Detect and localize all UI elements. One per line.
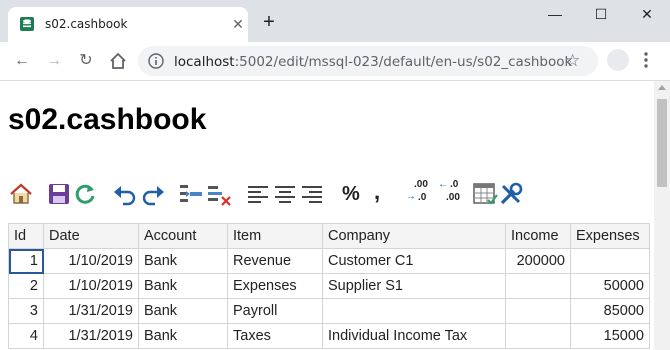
table-row: 3 1/31/2019 Bank Payroll 85000: [8, 298, 650, 324]
cell-item[interactable]: Taxes: [227, 323, 323, 349]
cell-item[interactable]: Revenue: [227, 248, 323, 274]
address-bar[interactable]: localhost:5002/edit/mssql-023/default/en…: [138, 46, 598, 76]
decrease-decimal-bottom: .0: [418, 192, 427, 203]
align-center-icon[interactable]: [272, 181, 298, 207]
menu-kebab-icon[interactable]: [641, 50, 651, 70]
browser-tab[interactable]: s02.cashbook ✕: [8, 7, 248, 42]
save-icon[interactable]: [46, 181, 72, 207]
info-icon[interactable]: [148, 53, 164, 69]
cell-id[interactable]: 2: [8, 273, 44, 299]
cell-date[interactable]: 1/10/2019: [43, 273, 139, 299]
delete-row-icon[interactable]: [206, 181, 232, 207]
page-title: s02.cashbook: [8, 103, 207, 136]
home-browser-icon[interactable]: [108, 51, 128, 71]
maximize-icon[interactable]: ☐: [586, 6, 616, 26]
url-text[interactable]: localhost:5002/edit/mssql-023/default/en…: [174, 54, 572, 70]
bookmark-star-icon[interactable]: ☆: [565, 51, 580, 71]
align-left-icon[interactable]: [246, 181, 272, 207]
cell-date[interactable]: 1/10/2019: [43, 248, 139, 274]
cell-id[interactable]: 3: [8, 298, 44, 324]
refresh-icon[interactable]: [72, 181, 98, 207]
cell-account[interactable]: Bank: [138, 323, 228, 349]
cell-company[interactable]: Customer C1: [322, 248, 506, 274]
cell-expenses[interactable]: 85000: [570, 298, 650, 324]
database-icon: [20, 17, 34, 31]
cell-income[interactable]: [505, 273, 571, 299]
scroll-thumb[interactable]: [657, 99, 667, 187]
table-header-row: Id Date Account Item Company Income Expe…: [8, 223, 650, 249]
column-header-expenses[interactable]: Expenses: [570, 223, 650, 249]
align-right-icon[interactable]: [298, 181, 324, 207]
increase-decimal-top: .0: [450, 179, 459, 190]
undo-icon[interactable]: [112, 181, 138, 207]
column-header-id[interactable]: Id: [8, 223, 44, 249]
tools-icon[interactable]: [498, 181, 524, 207]
cell-company[interactable]: Individual Income Tax: [322, 323, 506, 349]
increase-decimal-bottom: .00: [446, 192, 460, 203]
cell-income[interactable]: [505, 323, 571, 349]
column-header-company[interactable]: Company: [322, 223, 506, 249]
cell-company[interactable]: [322, 298, 506, 324]
cell-id[interactable]: 4: [8, 323, 44, 349]
decrease-decimal-top: .00: [414, 179, 428, 190]
cell-id[interactable]: 1: [8, 248, 44, 274]
url-path: :5002/edit/mssql-023/default/en-us/s02_c…: [234, 54, 573, 70]
forward-icon[interactable]: →: [44, 51, 64, 71]
arrow-left-icon: ←: [438, 179, 448, 190]
table-format-icon[interactable]: [472, 181, 498, 207]
cell-expenses[interactable]: [570, 248, 650, 274]
insert-row-icon[interactable]: [178, 181, 204, 207]
cell-expenses[interactable]: 50000: [570, 273, 650, 299]
cell-income[interactable]: 200000: [505, 248, 571, 274]
cell-company[interactable]: Supplier S1: [322, 273, 506, 299]
tab-strip: s02.cashbook ✕ + — ☐ ✕: [0, 0, 670, 42]
comma-icon[interactable]: ,: [374, 181, 400, 207]
column-header-item[interactable]: Item: [227, 223, 323, 249]
percent-icon[interactable]: %: [342, 181, 368, 207]
increase-decimal-icon[interactable]: ← .0 .00: [438, 179, 464, 207]
cell-expenses[interactable]: 15000: [570, 323, 650, 349]
column-header-account[interactable]: Account: [138, 223, 228, 249]
column-header-income[interactable]: Income: [505, 223, 571, 249]
cell-date[interactable]: 1/31/2019: [43, 323, 139, 349]
cell-account[interactable]: Bank: [138, 273, 228, 299]
browser-toolbar: ← → ↻ localhost:5002/edit/mssql-023/defa…: [0, 42, 670, 81]
column-header-date[interactable]: Date: [43, 223, 139, 249]
cell-item[interactable]: Expenses: [227, 273, 323, 299]
cell-item[interactable]: Payroll: [227, 298, 323, 324]
cell-date[interactable]: 1/31/2019: [43, 298, 139, 324]
table-row: 2 1/10/2019 Bank Expenses Supplier S1 50…: [8, 273, 650, 299]
cell-account[interactable]: Bank: [138, 298, 228, 324]
profile-avatar[interactable]: [607, 49, 629, 71]
back-icon[interactable]: ←: [12, 51, 32, 71]
reload-icon[interactable]: ↻: [76, 51, 96, 71]
minimize-icon[interactable]: —: [540, 6, 570, 26]
scroll-up-icon[interactable]: [658, 85, 666, 90]
url-host: localhost: [174, 54, 235, 70]
redo-icon[interactable]: [140, 181, 166, 207]
vertical-scrollbar[interactable]: [654, 81, 670, 350]
close-window-icon[interactable]: ✕: [632, 6, 662, 26]
page-content: s02.cashbook % , .00 → .0 ← .0 .00 Id Da…: [0, 81, 654, 350]
tab-title: s02.cashbook: [45, 17, 128, 31]
new-tab-button[interactable]: +: [260, 12, 278, 32]
table-row: 1 1/10/2019 Bank Revenue Customer C1 200…: [8, 248, 650, 274]
cell-income[interactable]: [505, 298, 571, 324]
arrow-right-icon: →: [406, 191, 416, 202]
cell-account[interactable]: Bank: [138, 248, 228, 274]
cashbook-table: Id Date Account Item Company Income Expe…: [8, 223, 650, 349]
decrease-decimal-icon[interactable]: .00 → .0: [406, 179, 432, 207]
home-icon[interactable]: [8, 181, 34, 207]
close-tab-icon[interactable]: ✕: [230, 16, 246, 32]
table-row: 4 1/31/2019 Bank Taxes Individual Income…: [8, 323, 650, 349]
